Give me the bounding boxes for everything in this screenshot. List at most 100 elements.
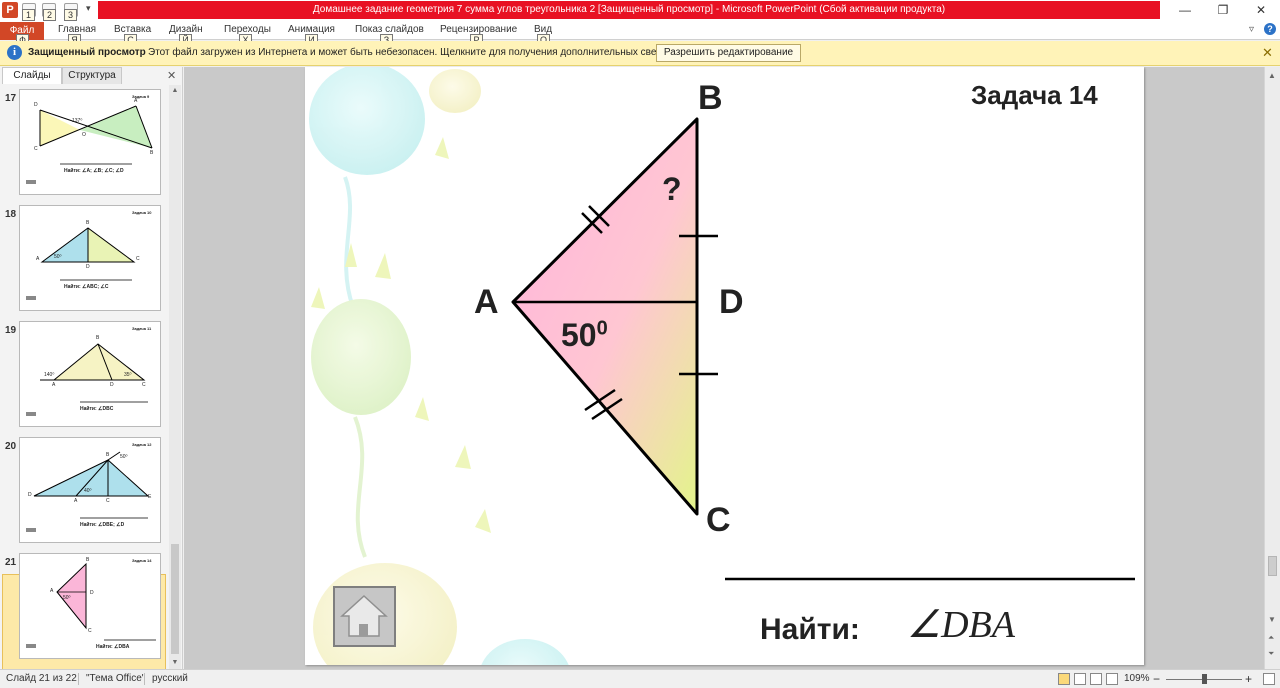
slide-thumbnail-21[interactable]: Задача 14 A B C D 50⁰ Найти: ∠DBA [19,553,161,659]
restore-button[interactable]: ❐ [1208,1,1238,19]
thumbnail-task: Задача 11 [132,326,152,331]
language-indicator[interactable]: русский [152,670,188,688]
slide-thumbnail-18[interactable]: Задача 10 A B C D 50⁰ Найти: ∠ABC; ∠C [19,205,161,311]
thumbnail-find: Найти: ∠DBA [96,644,130,650]
thumbnail-label: D [90,590,94,596]
enable-editing-button[interactable]: Разрешить редактирование [656,44,801,62]
status-bar: Слайд 21 из 22 "Тема Office" русский 109… [0,669,1280,688]
home-icon [340,594,388,637]
degree-superscript: 0 [596,317,608,340]
vertex-label-c: C [706,501,731,539]
next-slide-icon[interactable]: ⏷ [1268,649,1274,659]
thumbnail-list: 17 Задача 9 D A C B O 137⁰ Найти: ∠A; ∠B… [0,85,168,669]
zoom-in-button[interactable]: + [1245,670,1252,688]
theme-name: "Тема Office" [86,673,146,684]
thumbnail-label: D [28,492,32,498]
thumbnail-label: C [88,628,92,634]
thumbnail-label: A [36,256,40,262]
scrollbar-thumb[interactable] [1268,556,1277,576]
thumbnail-task: Задача 10 [132,210,152,215]
find-expression: ∠DBA [907,604,1015,646]
divider [144,673,145,685]
thumbnail-label: A [74,498,78,504]
thumbnail-label: O [82,132,86,138]
scroll-down-icon[interactable]: ▼ [171,659,179,669]
slides-panel: Слайды Структура ✕ 17 Задача 9 D A C B O… [0,67,183,669]
reading-view-icon[interactable] [1090,673,1102,685]
ribbon-collapse-icon[interactable]: ▿ [1249,24,1254,35]
scroll-down-icon[interactable]: ▼ [1268,615,1276,624]
close-button[interactable]: ✕ [1246,1,1276,19]
thumbnail-find: Найти: ∠DBC [80,406,114,412]
thumbnail-diagram [26,105,153,184]
thumbnail-label: D [86,264,90,270]
slide-thumbnail-17[interactable]: Задача 9 D A C B O 137⁰ Найти: ∠A; ∠B; ∠… [19,89,161,195]
thumbnail-angle: 50⁰ [120,454,128,460]
thumbnail-label: B [106,452,110,458]
protected-view-title: Защищенный просмотр [28,47,146,58]
thumbnails-scrollbar[interactable]: ▲ ▼ [169,85,181,669]
thumbnail-number: 20 [5,441,17,452]
thumbnail-label: B [86,220,90,226]
protected-view-close-icon[interactable]: ✕ [1262,45,1273,61]
zoom-out-button[interactable]: − [1153,670,1160,688]
thumbnail-angle: 35⁰ [124,372,132,378]
vertex-label-d: D [719,283,744,321]
thumbnail-label: C [34,146,38,152]
thumbnail-task: Задача 14 [132,558,152,563]
previous-slide-icon[interactable]: ⏶ [1268,633,1274,643]
thumbnail-find: Найти: ∠ABC; ∠C [64,284,109,290]
thumbnail-angle: 50⁰ [63,595,71,601]
slide-thumbnail-19[interactable]: Задача 11 A B C D 140⁰ 35⁰ Найти: ∠DBC [19,321,161,427]
thumbnail-label: C [142,382,146,388]
normal-view-icon[interactable] [1058,673,1070,685]
keytip-1: 1 [22,9,35,21]
protected-view-message[interactable]: Этот файл загружен из Интернета и может … [148,47,687,58]
window-title: Домашнее задание геометрия 7 сумма углов… [98,1,1160,19]
home-button[interactable] [333,586,396,647]
thumbnail-label: A [52,382,56,388]
unknown-angle-mark: ? [662,171,682,207]
scrollbar-thumb[interactable] [171,544,179,654]
slide-scrollbar[interactable]: ▲ ▼ ⏶ ⏷ [1264,67,1280,669]
panel-close-icon[interactable]: ✕ [167,69,176,82]
thumbnail-angle: 40⁰ [84,488,92,494]
thumbnail-find: Найти: ∠DBE; ∠D [80,522,125,528]
thumbnail-label: A [50,588,54,594]
slide-sorter-icon[interactable] [1074,673,1086,685]
scroll-up-icon[interactable]: ▲ [1268,71,1276,80]
info-icon: i [7,45,22,60]
thumbnail-label: D [34,102,38,108]
slide-thumbnail-20[interactable]: Задача 12 D A B C E 40⁰ 50⁰ Найти: ∠DBE;… [19,437,161,543]
slide-graphics [309,67,1135,665]
scroll-up-icon[interactable]: ▲ [171,87,179,97]
thumbnail-label: E [148,494,152,500]
slide-canvas[interactable]: Задача 14 B A D C ? 500 Найти: ∠DBA [305,67,1144,665]
task-title: Задача 14 [971,80,1098,110]
slide-workspace: Задача 14 B A D C ? 500 Найти: ∠DBA [184,67,1264,669]
tab-outline[interactable]: Структура [62,67,122,84]
thumbnail-number: 18 [5,209,17,220]
protected-view-bar: i Защищенный просмотр Этот файл загружен… [0,41,1280,66]
slideshow-view-icon[interactable] [1106,673,1118,685]
thumbnail-diagram [26,562,156,648]
thumbnail-number: 19 [5,325,17,336]
thumbnail-label: D [110,382,114,388]
minimize-button[interactable]: — [1170,1,1200,19]
given-angle-label: 500 [561,317,608,354]
thumbnail-label: A [134,98,138,104]
thumbnail-angle: 137⁰ [72,118,83,124]
slide-counter: Слайд 21 из 22 [6,673,77,684]
thumbnail-task: Задача 12 [132,442,152,447]
keytip-2: 2 [43,9,56,21]
powerpoint-app-icon[interactable]: P [2,2,18,18]
qat-customize-icon[interactable]: ▾ [86,3,91,14]
fit-to-window-icon[interactable] [1263,673,1275,685]
thumbnail-label: C [106,498,110,504]
zoom-level[interactable]: 109% [1124,670,1150,688]
ribbon-tabs: Файл Главная Вставка Дизайн Переходы Ани… [0,22,1280,46]
tab-slides[interactable]: Слайды [2,67,62,84]
thumbnail-label: B [96,335,100,341]
help-icon[interactable]: ? [1264,23,1276,35]
zoom-slider-handle[interactable] [1202,674,1207,684]
